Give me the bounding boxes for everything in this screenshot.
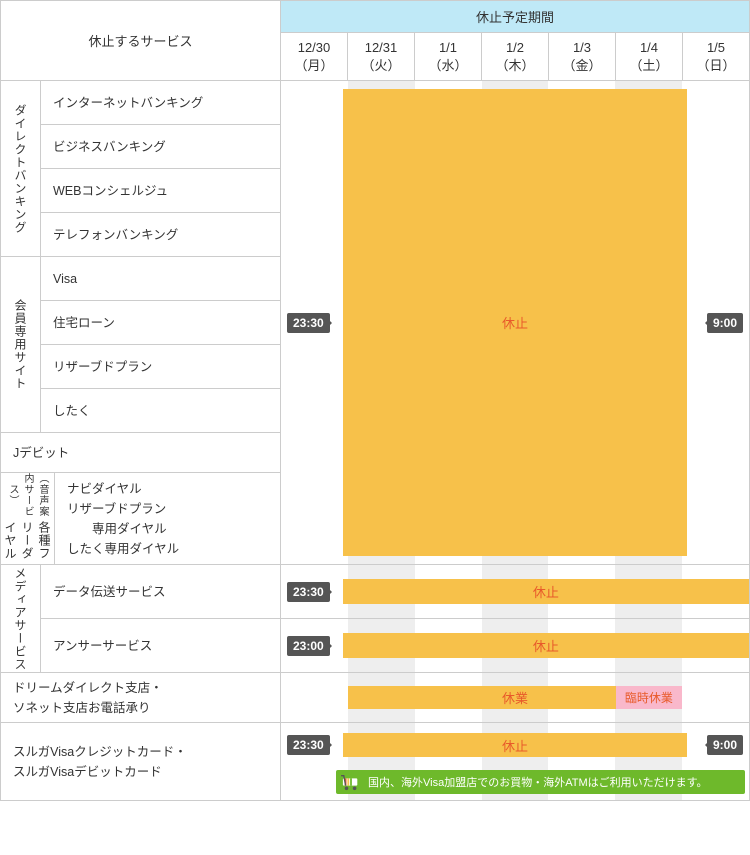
- svc-web-concierge: WEBコンシェルジュ: [40, 168, 280, 212]
- svc-visa: Visa: [40, 256, 280, 300]
- visa-note: 国内、海外Visa加盟店でのお買物・海外ATMはご利用いただけます。: [336, 770, 745, 794]
- group-member: 会員専用サイト: [0, 256, 40, 432]
- time-answer-2300: 23:00: [287, 636, 330, 656]
- date-col-6: 1/5（日）: [682, 32, 749, 80]
- period-header: 休止予定期間: [280, 0, 749, 32]
- suspend-block-data: 休止: [343, 579, 749, 604]
- suspend-block-visa: 休止: [343, 733, 687, 757]
- svc-internet-banking: インターネットバンキング: [40, 80, 280, 124]
- svc-reserved-plan: リザーブドプラン: [40, 344, 280, 388]
- date-col-2: 1/1（水）: [414, 32, 481, 80]
- group-freedial: （音声案内サービス） 各種フリーダイヤル: [0, 472, 54, 564]
- svc-answer: アンサーサービス: [40, 618, 280, 672]
- time-end-0900: 9:00: [707, 313, 743, 333]
- cart-icon: [340, 773, 362, 791]
- date-col-0: 12/30（月）: [280, 32, 347, 80]
- svc-jdebit: Jデビット: [0, 432, 280, 472]
- group-direct: ダイレクトバンキング: [0, 80, 40, 256]
- svc-home-loan: 住宅ローン: [40, 300, 280, 344]
- svc-business-banking: ビジネスバンキング: [40, 124, 280, 168]
- suspend-block-answer: 休止: [343, 633, 749, 658]
- date-col-5: 1/4（土）: [615, 32, 682, 80]
- svc-telephone-banking: テレフォンバンキング: [40, 212, 280, 256]
- svc-visa-cards: スルガVisaクレジットカード・スルガVisaデビットカード: [0, 722, 280, 800]
- date-col-1: 12/31（火）: [347, 32, 414, 80]
- temp-closed-block: 臨時休業: [616, 686, 682, 709]
- time-visa-2330: 23:30: [287, 735, 330, 755]
- services-header: 休止するサービス: [0, 0, 280, 80]
- time-start-2330: 23:30: [287, 313, 330, 333]
- time-data-2330: 23:30: [287, 582, 330, 602]
- suspend-block-main: 休止: [343, 89, 687, 556]
- svc-dream-direct: ドリームダイレクト支店・ソネット支店お電話承り: [0, 672, 280, 722]
- svc-data-transfer: データ伝送サービス: [40, 564, 280, 618]
- date-col-4: 1/3（金）: [548, 32, 615, 80]
- group-media: メディアサービス: [0, 564, 40, 672]
- svc-shitaku: したく: [40, 388, 280, 432]
- time-visa-0900: 9:00: [707, 735, 743, 755]
- date-col-3: 1/2（木）: [481, 32, 548, 80]
- svc-freedial-lines: ナビダイヤル リザーブドプラン 専用ダイヤル したく専用ダイヤル: [54, 472, 280, 564]
